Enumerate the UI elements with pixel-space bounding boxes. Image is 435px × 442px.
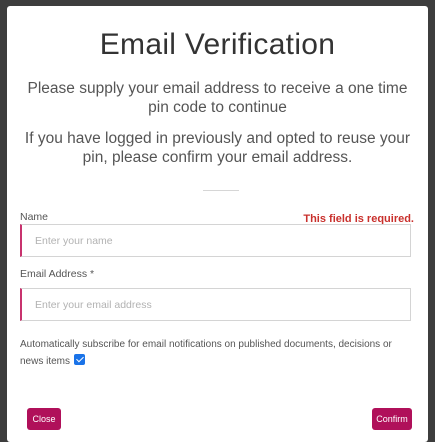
divider xyxy=(203,190,239,191)
name-input[interactable] xyxy=(20,224,411,257)
email-verification-modal: Email Verification Please supply your em… xyxy=(7,6,428,442)
subscribe-checkbox[interactable] xyxy=(74,354,86,365)
close-button[interactable]: Close xyxy=(27,408,61,430)
subscribe-option: Automatically subscribe for email notifi… xyxy=(20,336,415,370)
modal-title: Email Verification xyxy=(99,28,336,61)
confirm-button[interactable]: Confirm xyxy=(372,408,412,430)
email-input[interactable] xyxy=(20,288,411,321)
reuse-pin-text: If you have logged in previously and opt… xyxy=(24,130,411,166)
name-label: Name xyxy=(20,211,49,223)
intro-text: Please supply your email address to rece… xyxy=(27,80,408,116)
email-label: Email Address * xyxy=(20,268,95,280)
